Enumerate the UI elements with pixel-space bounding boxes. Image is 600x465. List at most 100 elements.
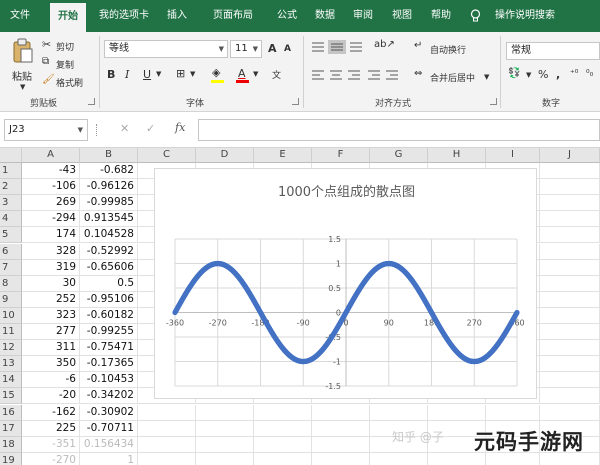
cell-a[interactable]: -162 [22,404,80,421]
tab-review[interactable]: 审阅 [346,0,380,32]
row-header[interactable]: 16 [0,404,22,421]
border-icon[interactable]: ⊞ [176,67,185,80]
increase-font-icon[interactable]: A [268,42,277,55]
column-header-b[interactable]: B [80,148,138,163]
empty-cell[interactable] [540,179,600,196]
cell-b[interactable]: -0.60182 [80,307,138,324]
chevron-down-icon[interactable]: ▼ [526,71,531,79]
empty-cell[interactable] [370,404,428,421]
cell-a[interactable]: 225 [22,420,80,437]
row-header[interactable]: 18 [0,436,22,453]
cell-b[interactable]: -0.99985 [80,195,138,212]
tab-insert[interactable]: 插入 [160,0,194,32]
cell-a[interactable]: 328 [22,243,80,260]
row-header[interactable]: 14 [0,372,22,389]
cell-a[interactable]: 30 [22,275,80,292]
empty-cell[interactable] [196,420,254,437]
paste-dropdown-icon[interactable]: ▼ [20,83,25,91]
empty-cell[interactable] [196,436,254,453]
row-header[interactable]: 10 [0,307,22,324]
tab-page-layout[interactable]: 页面布局 [203,0,263,32]
column-header-f[interactable]: F [312,148,370,163]
cell-a[interactable]: 311 [22,340,80,357]
column-header-c[interactable]: C [138,148,196,163]
row-header[interactable]: 6 [0,243,22,260]
font-size-select[interactable]: 11 ▼ [230,40,262,58]
empty-cell[interactable] [540,275,600,292]
cancel-icon[interactable]: ✕ [120,122,129,135]
cell-b[interactable]: -0.70711 [80,420,138,437]
column-header-h[interactable]: H [428,148,486,163]
column-header-i[interactable]: I [486,148,540,163]
empty-cell[interactable] [540,356,600,373]
chevron-down-icon[interactable]: ▼ [156,70,161,78]
format-painter-icon[interactable]: 🖌 [42,74,55,85]
empty-cell[interactable] [312,436,370,453]
cell-b[interactable]: -0.99255 [80,324,138,340]
empty-cell[interactable] [540,324,600,340]
cell-a[interactable]: 323 [22,307,80,324]
alignment-launcher-icon[interactable] [490,98,497,105]
decrease-font-icon[interactable]: A [284,44,291,54]
font-launcher-icon[interactable] [292,98,299,105]
cut-icon[interactable]: ✂ [42,38,51,51]
row-header[interactable]: 19 [0,452,22,465]
bold-button[interactable]: B [107,68,115,81]
empty-cell[interactable] [540,227,600,244]
cell-b[interactable]: -0.17365 [80,356,138,373]
comma-style-icon[interactable]: , [556,68,560,81]
cell-a[interactable]: 350 [22,356,80,373]
scatter-chart[interactable]: 1000个点组成的散点图 -360 -270 -180 -90 0 90 180 270 360… [154,168,537,399]
tell-me-search[interactable]: 操作说明搜索 [485,0,565,32]
empty-cell[interactable] [312,452,370,465]
merge-center-button[interactable]: 合并后居中 [430,71,475,84]
font-color-icon[interactable]: A [238,67,246,80]
phonetic-icon[interactable]: 文 [272,68,281,81]
empty-cell[interactable] [540,259,600,276]
empty-cell[interactable] [540,163,600,179]
vertical-align-icons[interactable] [310,40,370,54]
tab-data[interactable]: 数据 [308,0,342,32]
tab-formulas[interactable]: 公式 [270,0,304,32]
wrap-text-icon[interactable]: ↵ [414,40,422,51]
font-name-select[interactable]: 等线 ▼ [104,40,228,58]
empty-cell[interactable] [254,436,312,453]
cell-b[interactable]: -0.65606 [80,259,138,276]
row-header[interactable]: 13 [0,356,22,373]
empty-cell[interactable] [540,340,600,357]
empty-cell[interactable] [540,404,600,421]
empty-cell[interactable] [540,243,600,260]
cell-a[interactable]: 277 [22,324,80,340]
copy-button[interactable]: 复制 [56,58,74,71]
empty-cell[interactable] [540,195,600,212]
cell-b[interactable]: -0.30902 [80,404,138,421]
chevron-down-icon[interactable]: ▼ [484,73,489,81]
row-header[interactable]: 7 [0,259,22,276]
empty-cell[interactable] [540,388,600,405]
tab-view[interactable]: 视图 [385,0,419,32]
chevron-down-icon[interactable]: ▼ [253,70,258,78]
column-header-g[interactable]: G [370,148,428,163]
row-header[interactable]: 12 [0,340,22,357]
fill-color-icon[interactable]: ◈ [212,66,220,79]
row-header[interactable]: 2 [0,179,22,196]
empty-cell[interactable] [312,420,370,437]
row-header[interactable]: 5 [0,227,22,244]
cell-b[interactable]: 1 [80,452,138,465]
empty-cell[interactable] [196,404,254,421]
column-header-e[interactable]: E [254,148,312,163]
empty-cell[interactable] [254,404,312,421]
empty-cell[interactable] [254,420,312,437]
merge-center-icon[interactable]: ⇔ [414,68,422,79]
formula-input[interactable] [198,119,600,141]
cell-b[interactable]: -0.52992 [80,243,138,260]
empty-cell[interactable] [254,452,312,465]
insert-function-icon[interactable]: fx [175,121,185,134]
cell-a[interactable]: 319 [22,259,80,276]
cell-b[interactable]: -0.682 [80,163,138,179]
horizontal-align-icons[interactable] [310,68,410,82]
cell-a[interactable]: -6 [22,372,80,389]
enter-icon[interactable]: ✓ [146,122,155,135]
tab-my-tab[interactable]: 我的选项卡 [94,0,154,32]
cell-b[interactable]: -0.75471 [80,340,138,357]
